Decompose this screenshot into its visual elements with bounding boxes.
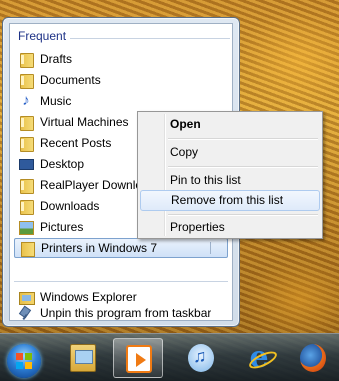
jump-item-label: Pictures — [40, 220, 84, 234]
tasks-divider — [14, 281, 228, 282]
menu-item-copy[interactable]: Copy — [140, 142, 320, 163]
taskbar: e — [0, 333, 339, 381]
menu-item-open[interactable]: Open — [140, 114, 320, 135]
menu-item-remove-from-list[interactable]: Remove from this list — [140, 190, 320, 211]
folder-icon — [18, 198, 34, 215]
pin-icon[interactable] — [210, 242, 225, 254]
folder-icon — [18, 135, 34, 152]
unpin-icon — [18, 305, 34, 321]
jump-item-music[interactable]: ♪ Music — [14, 91, 228, 111]
libraries-button[interactable] — [58, 338, 108, 378]
folder-icon — [19, 240, 35, 257]
context-menu: Open Copy Pin to this list Remove from t… — [137, 111, 323, 239]
menu-item-properties[interactable]: Properties — [140, 217, 320, 238]
start-button[interactable] — [0, 338, 50, 378]
jump-item-label: Virtual Machines — [40, 115, 129, 129]
windows-explorer-icon — [18, 289, 35, 305]
desktop-icon — [18, 156, 34, 172]
itunes-button[interactable] — [176, 338, 226, 378]
jump-item-label: Documents — [40, 73, 101, 87]
folder-icon — [18, 51, 34, 68]
music-icon: ♪ — [22, 92, 30, 109]
task-windows-explorer[interactable]: Windows Explorer — [14, 287, 228, 307]
jump-item-label: Downloads — [40, 199, 100, 213]
firefox-icon — [300, 344, 326, 372]
task-label: Windows Explorer — [40, 290, 137, 304]
itunes-icon — [188, 344, 214, 372]
menu-separator — [168, 138, 318, 140]
jump-item-label: Music — [40, 94, 72, 108]
jump-item-documents[interactable]: Documents — [14, 70, 228, 90]
section-divider — [70, 38, 230, 39]
folder-icon — [18, 114, 34, 131]
folder-icon — [18, 177, 34, 194]
internet-explorer-icon: e — [246, 343, 280, 373]
folder-icon — [18, 72, 34, 89]
firefox-button[interactable] — [288, 338, 338, 378]
jump-item-label: Printers in Windows 7 — [41, 241, 158, 255]
menu-separator — [168, 166, 318, 168]
jump-item-label: Drafts — [40, 52, 73, 66]
menu-item-pin-to-list[interactable]: Pin to this list — [140, 170, 320, 191]
menu-separator — [168, 214, 318, 216]
windows-explorer-icon — [70, 344, 96, 372]
media-player-button[interactable] — [113, 338, 163, 378]
internet-explorer-button[interactable]: e — [234, 338, 284, 378]
windows-orb-icon — [7, 344, 41, 378]
jump-item-printers-in-windows-7[interactable]: Printers in Windows 7 — [14, 238, 228, 258]
jump-item-drafts[interactable]: Drafts — [14, 49, 228, 69]
task-unpin-from-taskbar[interactable]: Unpin this program from taskbar — [14, 305, 228, 321]
media-player-icon — [126, 345, 152, 373]
section-header-frequent: Frequent — [18, 29, 67, 43]
jump-item-label: Recent Posts — [40, 136, 112, 150]
pictures-icon — [18, 219, 34, 235]
task-label: Unpin this program from taskbar — [40, 306, 212, 320]
jump-item-label: Desktop — [40, 157, 85, 171]
